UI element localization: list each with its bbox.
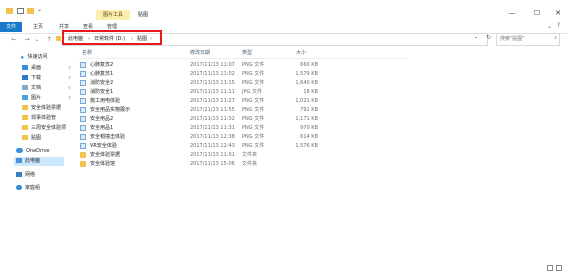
file-row[interactable]: 消防安全2 2017/11/13 11:15 PNG 文件 1,640 KB	[80, 79, 410, 87]
picture-tools-tab[interactable]: 图片工具	[96, 10, 130, 20]
sidebar-network[interactable]: 网络	[16, 171, 35, 179]
file-row[interactable]: 安全用品1 2017/11/13 11:31 PNG 文件 970 KB	[80, 124, 410, 132]
file-row[interactable]: VR安全体验 2017/11/13 12:43 PNG 文件 1,576 KB	[80, 142, 410, 150]
properties-icon[interactable]	[17, 8, 24, 14]
sidebar-item-pictures[interactable]: 图片 ⚲	[22, 94, 71, 102]
pin-icon[interactable]: ⚲	[68, 64, 71, 72]
pin-icon[interactable]: ⚲	[68, 94, 71, 102]
pin-icon[interactable]: ⚲	[68, 74, 71, 82]
refresh-icon[interactable]: ↻	[486, 34, 491, 41]
back-button[interactable]: ←	[10, 36, 18, 44]
sidebar-this-pc[interactable]: 此电脑	[16, 157, 40, 165]
column-header-date[interactable]: 修改日期	[190, 49, 210, 58]
close-button[interactable]: ✕	[551, 8, 565, 18]
image-file-icon	[80, 107, 86, 113]
image-file-icon	[80, 80, 86, 86]
details-view-icon[interactable]	[547, 265, 553, 271]
folder-icon	[6, 8, 13, 14]
ribbon-expand-icon[interactable]: ⌄	[547, 23, 552, 30]
tab-home[interactable]: 主页	[27, 22, 49, 32]
file-row[interactable]: 心肺复苏2 2017/11/13 11:07 PNG 文件 660 KB	[80, 61, 410, 69]
sidebar-item-folder[interactable]: 三周安全体验项	[22, 124, 66, 132]
folder-icon	[80, 152, 86, 158]
sidebar-homegroup[interactable]: 家庭组	[16, 184, 40, 192]
large-icons-view-icon[interactable]	[556, 265, 562, 271]
image-file-icon	[80, 89, 86, 95]
cloud-icon	[16, 148, 23, 153]
search-input[interactable]	[497, 34, 552, 43]
folder-icon	[80, 161, 86, 167]
image-file-icon	[80, 143, 86, 149]
header-divider	[78, 58, 408, 59]
image-file-icon	[80, 98, 86, 104]
column-header-name[interactable]: 名称	[82, 49, 92, 58]
column-header-type[interactable]: 类型	[242, 49, 252, 58]
sidebar-item-documents[interactable]: 文档 ⚲	[22, 84, 71, 92]
address-folder-icon	[56, 36, 61, 41]
file-row[interactable]: 消防安全1 2017/11/13 11:11 JPG 文件 18 KB	[80, 88, 410, 96]
image-file-icon	[80, 116, 86, 122]
column-header-size[interactable]: 大小	[296, 49, 306, 58]
image-file-icon	[80, 125, 86, 131]
file-row[interactable]: 安全用品实物展示 2017/11/13 11:55 PNG 文件 791 KB	[80, 106, 410, 114]
pin-icon[interactable]: ⚲	[68, 84, 71, 92]
network-icon	[16, 172, 22, 177]
folder-icon	[22, 135, 28, 140]
computer-icon	[16, 158, 22, 163]
sidebar-item-desktop[interactable]: 桌面 ⚲	[22, 64, 71, 72]
maximize-button[interactable]: ☐	[530, 8, 544, 18]
folder-icon	[22, 125, 28, 130]
download-icon	[22, 75, 28, 80]
quick-access-dropdown-icon[interactable]: ⌄	[37, 6, 42, 13]
homegroup-icon	[16, 185, 22, 190]
image-file-icon	[80, 62, 86, 68]
sidebar-onedrive[interactable]: OneDrive	[16, 147, 50, 155]
minimize-button[interactable]: —	[505, 8, 519, 18]
image-file-icon	[80, 71, 86, 77]
help-icon[interactable]: ?	[557, 22, 560, 29]
sidebar-item-folder[interactable]: 现事体验管	[22, 114, 56, 122]
tab-file[interactable]: 文件	[0, 22, 23, 32]
window-title: 贴图	[138, 12, 149, 18]
pictures-icon	[22, 95, 28, 100]
up-button[interactable]: ↑	[45, 36, 53, 44]
title-bar	[0, 0, 567, 22]
file-row[interactable]: 心肺复苏1 2017/11/13 11:02 PNG 文件 1,579 KB	[80, 70, 410, 78]
file-row[interactable]: 安全帽撞击体验 2017/11/13 12:38 PNG 文件 614 KB	[80, 133, 410, 141]
folder-icon	[22, 105, 28, 110]
folder-row[interactable]: 安全体验票据 2017/11/13 11:01 文件夹	[80, 151, 410, 159]
search-icon[interactable]: ⌕	[554, 35, 557, 41]
star-icon: ★	[20, 55, 25, 61]
sidebar-item-folder[interactable]: 安全体验票据	[22, 104, 61, 112]
folder-row[interactable]: 安全体验馆 2017/11/13 15:06 文件夹	[80, 160, 410, 168]
document-icon	[22, 85, 28, 90]
address-dropdown-icon[interactable]: ⌄	[474, 34, 478, 40]
search-box[interactable]: ⌕	[496, 33, 560, 46]
address-highlight-box	[62, 30, 162, 45]
recent-locations-icon[interactable]: ⌄	[33, 36, 41, 44]
file-row[interactable]: 安全用品2 2017/11/13 11:32 PNG 文件 1,171 KB	[80, 115, 410, 123]
new-folder-icon[interactable]	[27, 8, 34, 14]
folder-icon	[22, 115, 28, 120]
sidebar-item-folder[interactable]: 贴图	[22, 134, 41, 142]
sidebar-item-downloads[interactable]: 下载 ⚲	[22, 74, 71, 82]
file-row[interactable]: 施工用电体验 2017/11/13 11:27 PNG 文件 1,021 KB	[80, 97, 410, 105]
sidebar-quick-access[interactable]: ★ 快速访问	[20, 53, 48, 61]
forward-button[interactable]: →	[23, 36, 31, 44]
desktop-icon	[22, 65, 28, 70]
image-file-icon	[80, 134, 86, 140]
